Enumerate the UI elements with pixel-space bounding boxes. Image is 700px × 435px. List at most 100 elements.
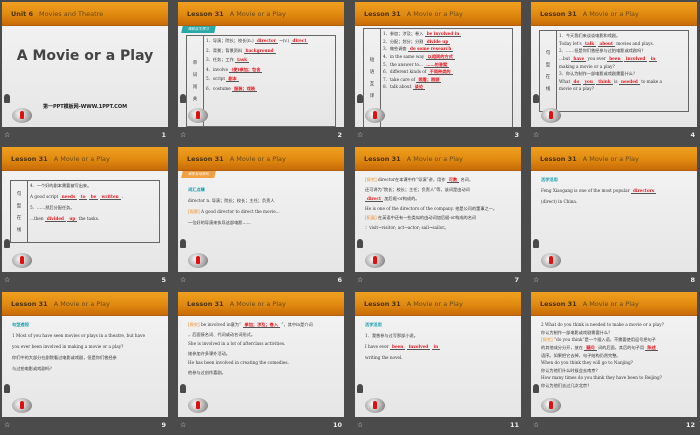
side-char: 闯 <box>192 85 198 90</box>
text-line: I have ever been involved in <box>365 344 515 351</box>
slide-number: 3 <box>514 131 519 139</box>
slide-thumbnail-3[interactable]: Lesson 31 A Movie or a Play 短语互译 1．参加；涉及；卷入… <box>355 2 521 145</box>
slide-text: 词汇点睛 director n. 导演；院长；校长；主任；负责人 [观察] A … <box>188 187 338 231</box>
text-line: He has been involved in creating the com… <box>188 360 338 365</box>
answer-blank: direct <box>290 38 309 44</box>
text-segment: [拓展] <box>365 215 377 221</box>
text-segment: 3．做些调查 <box>383 46 407 52</box>
slide-transition-icon[interactable]: ☆ <box>357 421 363 429</box>
answer-blank: do some research <box>407 46 454 53</box>
slide-transition-icon[interactable]: ☆ <box>4 131 10 139</box>
answer-blank: directors <box>630 188 657 195</box>
slide-canvas[interactable]: Lesson 31 A Movie or a Play 2 What do you … <box>531 292 697 417</box>
text-segment: [探究] <box>365 177 377 182</box>
slide-canvas[interactable]: Lesson 31 A Movie or a Play 课前自主预习单词闯关 1．导演… <box>178 2 344 127</box>
text-line: you ever been involved in making a movie… <box>12 344 162 349</box>
text-segment: →(v.) <box>279 38 290 43</box>
slide-header: Lesson 31 A Movie or a Play <box>178 147 344 171</box>
slide-thumbnail-1[interactable]: Unit 6 Movies and Theatre A Movie or a Pla… <box>2 2 168 145</box>
text-segment: A good director to direct the movie... <box>201 209 280 215</box>
text-segment: ...then <box>30 216 44 222</box>
slide-footer: ☆ 7 <box>355 274 521 288</box>
slide-canvas[interactable]: Lesson 31 A Movie or a Play 活学活用 Feng Xiao… <box>531 147 697 272</box>
side-char: 型 <box>16 203 22 209</box>
slide-thumbnail-7[interactable]: Lesson 31 A Movie or a Play [探究] director在… <box>355 147 521 290</box>
text-line: [探究] director在本课中作“导演”讲，用作 可数 名词， <box>365 177 515 183</box>
text-line: 7．take care of 照看；照顾 <box>383 76 511 83</box>
side-char: 型 <box>545 63 551 68</box>
side-char: 关 <box>192 97 198 102</box>
slide-thumbnail-8[interactable]: Lesson 31 A Movie or a Play 活学活用 Feng Xiao… <box>531 147 697 290</box>
slide-transition-icon[interactable]: ☆ <box>533 421 539 429</box>
answer-blank: task <box>235 57 250 64</box>
text-line: 6．costume 服装；戏装 <box>206 85 334 92</box>
text-segment: writing the novel. <box>365 355 403 361</box>
slide-thumbnail-4[interactable]: Lesson 31 A Movie or a Play 句型在线 1．今天我们来谈谈电… <box>531 2 697 145</box>
answer-blank: about <box>597 40 615 47</box>
slide-text: 1．导演；院长；校长(n.) director →(v.) direct 2．背… <box>206 38 334 95</box>
slide-footer: ☆ 8 <box>531 274 697 288</box>
side-char: 短 <box>369 58 375 63</box>
slide-transition-icon[interactable]: ☆ <box>533 131 539 139</box>
slide-transition-icon[interactable]: ☆ <box>533 276 539 284</box>
slide-thumbnail-2[interactable]: Lesson 31 A Movie or a Play 课前自主预习单词闯关 1．导演… <box>178 2 344 145</box>
slide-footer: ☆ 2 <box>178 129 344 143</box>
slide-thumbnail-6[interactable]: Lesson 31 A Movie or a Play 课堂互动探究 词汇点睛 dir… <box>178 147 344 290</box>
slide-canvas[interactable]: Lesson 31 A Movie or a Play [探究] director在… <box>355 147 521 272</box>
slide-canvas[interactable]: Lesson 31 A Movie or a Play [探究] be involv… <box>178 292 344 417</box>
slide-transition-icon[interactable]: ☆ <box>357 276 363 284</box>
slide-canvas[interactable]: Lesson 31 A Movie or a Play 短语互译 1．参加；涉及；卷入… <box>355 2 521 127</box>
slide-thumbnail-9[interactable]: Lesson 31 A Movie or a Play 句型透视 1 Most of… <box>2 292 168 435</box>
text-segment: you ever been involved in making a movie… <box>12 344 124 350</box>
header-title: A Movie or a Play <box>582 9 639 18</box>
slide-transition-icon[interactable]: ☆ <box>357 131 363 139</box>
slide-canvas[interactable]: Lesson 31 A Movie or a Play 活学活用 1．我曾参与过写那… <box>355 292 521 417</box>
text-line: 2 What do you think is needed to make a … <box>541 322 691 327</box>
logo-ball-icon <box>541 398 561 413</box>
text-segment: [探究] <box>541 337 553 343</box>
answer-blank: 照看；照顾 <box>416 76 442 83</box>
answer-blank: background <box>243 47 276 54</box>
slide-header: Unit 6 Movies and Theatre <box>2 2 168 26</box>
text-line: making a movie or a play? <box>559 64 687 69</box>
slide-transition-icon[interactable]: ☆ <box>180 131 186 139</box>
slide-number: 6 <box>337 276 342 284</box>
presenter-figure-icon <box>533 94 539 103</box>
text-segment: 6．different kinds of <box>383 69 427 75</box>
slide-thumbnail-12[interactable]: Lesson 31 A Movie or a Play 2 What do you … <box>531 292 697 435</box>
text-line: 一位好的导演来执导这部电影…… <box>188 220 338 225</box>
slide-canvas[interactable]: Lesson 31 A Movie or a Play 句型在线 1．今天我们来谈谈电… <box>531 2 697 127</box>
text-line: A good script needs to be written . <box>30 194 158 201</box>
text-segment: “do you think”是一个插入语，不需要使用逗号把句子 <box>554 337 656 343</box>
text-segment: 一位好的导演来执导这部电影…… <box>188 220 251 226</box>
text-segment: What <box>559 78 571 84</box>
slide-canvas[interactable]: Lesson 31 A Movie or a Play 课堂互动探究 词汇点睛 dir… <box>178 147 344 272</box>
answer-blank: 服装；戏装 <box>232 85 257 92</box>
answer-blank: think <box>596 78 613 85</box>
text-line: 还可译为“院长；校长；主任；负责人”等，该词是由动词 <box>365 187 515 192</box>
slide-thumbnail-11[interactable]: Lesson 31 A Movie or a Play 活学活用 1．我曾参与过写那… <box>355 292 521 435</box>
slide-canvas[interactable]: Unit 6 Movies and Theatre A Movie or a Pla… <box>2 2 168 127</box>
text-line: He is one of the directors of the compan… <box>365 206 515 211</box>
slide-transition-icon[interactable]: ☆ <box>4 421 10 429</box>
slide-header: Lesson 31 A Movie or a Play <box>531 292 697 316</box>
header-lesson: Lesson 31 <box>364 154 401 163</box>
slide-thumbnail-10[interactable]: Lesson 31 A Movie or a Play [探究] be involv… <box>178 292 344 435</box>
text-segment: She is involved in a lot of afterclass a… <box>188 341 286 347</box>
slide-number: 12 <box>685 421 695 429</box>
side-char: 译 <box>369 94 375 99</box>
text-line: [探究] “do you think”是一个插入语，不需要使用逗号把句子 <box>541 337 691 342</box>
slide-transition-icon[interactable]: ☆ <box>180 276 186 284</box>
text-line: 语序。如果把它去掉，句子结构仍然完整。 <box>541 353 691 358</box>
slide-header: Lesson 31 A Movie or a Play <box>178 2 344 26</box>
slide-canvas[interactable]: Lesson 31 A Movie or a Play 句型在线 4．一个好的剧本需要… <box>2 147 168 272</box>
text-segment: He has been involved in creating the com… <box>188 360 289 366</box>
text-line: ...but have you ever been involved in <box>559 55 687 62</box>
slide-transition-icon[interactable]: ☆ <box>4 276 10 284</box>
text-line: 你认为他们去过几次北京？ <box>541 383 691 388</box>
answer-blank: up <box>67 216 78 223</box>
slide-thumbnail-5[interactable]: Lesson 31 A Movie or a Play 句型在线 4．一个好的剧本需要… <box>2 147 168 290</box>
slide-transition-icon[interactable]: ☆ <box>180 421 186 429</box>
slide-canvas[interactable]: Lesson 31 A Movie or a Play 句型透视 1 Most of… <box>2 292 168 417</box>
logo-ball-icon <box>12 108 32 123</box>
